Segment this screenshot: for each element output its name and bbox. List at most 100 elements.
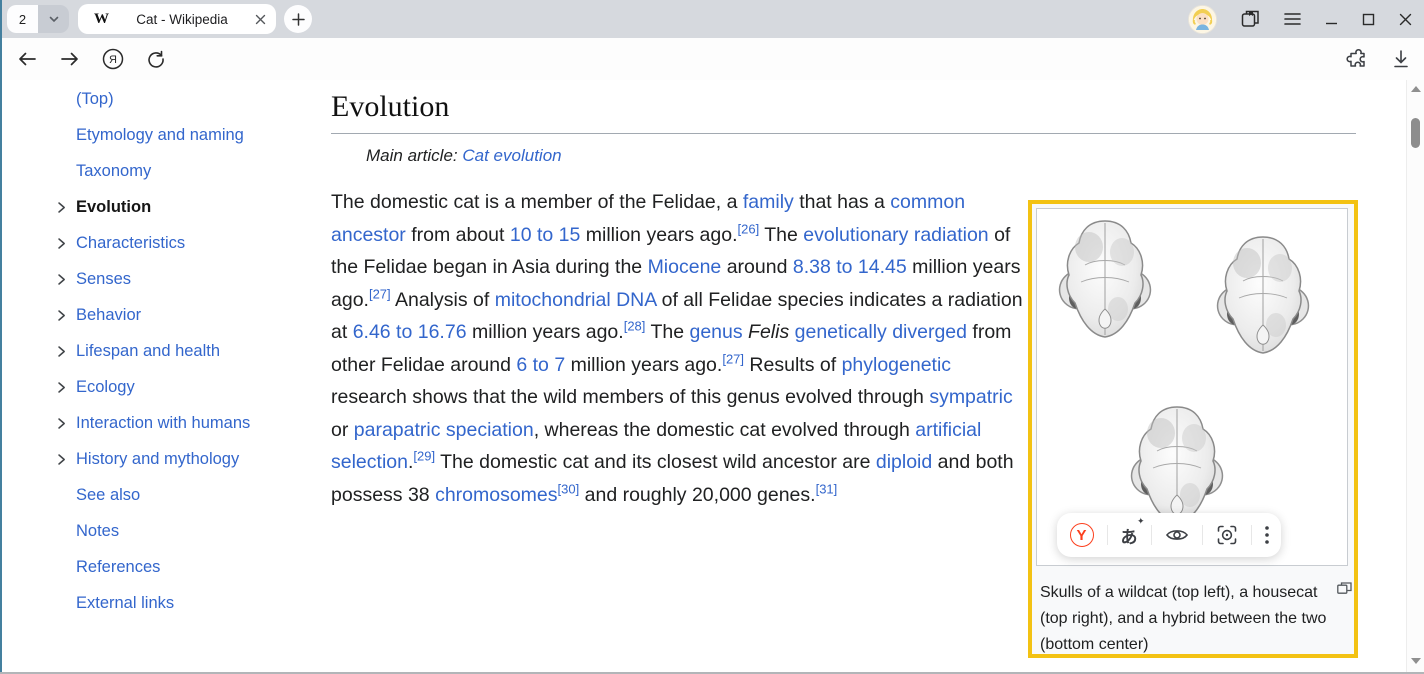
reference-link[interactable]: [30]: [558, 481, 580, 496]
article-link[interactable]: 6.46 to 16.76: [353, 321, 467, 343]
chevron-right-icon[interactable]: [56, 453, 76, 466]
translate-image-icon[interactable]: あ✦: [1121, 523, 1138, 548]
tab-cat-wikipedia[interactable]: W Cat - Wikipedia: [78, 4, 276, 34]
sidebar-item-senses[interactable]: Senses: [56, 261, 316, 297]
sidebar-item-label[interactable]: Senses: [76, 270, 131, 289]
article-link[interactable]: 10 to 15: [510, 224, 580, 246]
sidebar-item-etymology-and-naming[interactable]: Etymology and naming: [56, 117, 316, 153]
close-button[interactable]: [1399, 13, 1412, 26]
chevron-right-icon[interactable]: [56, 237, 76, 250]
article-text: from about: [406, 224, 510, 246]
yandex-logo-icon[interactable]: Y: [1070, 523, 1094, 547]
scroll-down-arrow[interactable]: [1411, 658, 1421, 664]
sidebar-item-label[interactable]: See also: [76, 486, 140, 505]
tab-counter-button[interactable]: 2: [7, 5, 69, 33]
figure-caption: Skulls of a wildcat (top left), a housec…: [1032, 574, 1358, 658]
article-link[interactable]: 6 to 7: [516, 354, 565, 376]
reference-link[interactable]: [31]: [816, 481, 838, 496]
new-tab-button[interactable]: [284, 5, 312, 33]
menu-icon[interactable]: [1284, 12, 1301, 26]
article-link[interactable]: diploid: [876, 451, 932, 473]
sidebar-item-label[interactable]: References: [76, 558, 160, 577]
sidebar-item-interaction-with-humans[interactable]: Interaction with humans: [56, 405, 316, 441]
sidebar-item-see-also[interactable]: See also: [56, 477, 316, 513]
image-more-options-icon[interactable]: [1265, 526, 1269, 544]
scrollbar-thumb[interactable]: [1411, 118, 1420, 148]
article-link[interactable]: family: [743, 191, 794, 213]
article-text: and roughly 20,000 genes.: [579, 484, 815, 506]
sidebar-item-taxonomy[interactable]: Taxonomy: [56, 153, 316, 189]
article-link[interactable]: mitochondrial DNA: [495, 289, 656, 311]
extensions-icon[interactable]: [1344, 46, 1370, 72]
sidebar-item-evolution[interactable]: Evolution: [56, 189, 316, 225]
sidebar-item-label[interactable]: History and mythology: [76, 450, 239, 469]
maximize-button[interactable]: [1362, 13, 1375, 26]
article-link[interactable]: parapatric speciation: [354, 419, 534, 441]
highlighted-figure[interactable]: Y あ✦: [1028, 200, 1358, 658]
wikipedia-favicon: W: [94, 11, 109, 28]
scroll-up-arrow[interactable]: [1411, 86, 1421, 92]
chevron-right-icon[interactable]: [56, 381, 76, 394]
sidebar-item-label[interactable]: Notes: [76, 522, 119, 541]
sidebar-item-label[interactable]: Taxonomy: [76, 162, 151, 181]
sidebar-item-external-links[interactable]: External links: [56, 585, 316, 621]
chevron-right-icon[interactable]: [56, 345, 76, 358]
sidebar-item-history-and-mythology[interactable]: History and mythology: [56, 441, 316, 477]
side-panel-icon[interactable]: [1241, 10, 1260, 28]
profile-avatar[interactable]: [1188, 5, 1217, 34]
article-link[interactable]: genetically diverged: [795, 321, 967, 343]
sidebar-item-top[interactable]: (Top): [56, 81, 316, 117]
reload-button[interactable]: [143, 46, 169, 72]
sidebar-item-label[interactable]: Etymology and naming: [76, 126, 244, 145]
sidebar-item-label[interactable]: Ecology: [76, 378, 135, 397]
chevron-right-icon[interactable]: [56, 201, 76, 214]
sidebar-item-label[interactable]: Interaction with humans: [76, 414, 250, 433]
reference-link[interactable]: [27]: [722, 351, 744, 366]
reference-link[interactable]: [28]: [624, 319, 646, 334]
sidebar-item-behavior[interactable]: Behavior: [56, 297, 316, 333]
reference-link[interactable]: [29]: [413, 449, 435, 464]
article-link[interactable]: Miocene: [648, 256, 722, 278]
vertical-scrollbar[interactable]: [1406, 80, 1424, 672]
sidebar-item-label[interactable]: External links: [76, 594, 174, 613]
enlarge-icon[interactable]: [1337, 582, 1352, 594]
sidebar-item-lifespan-and-health[interactable]: Lifespan and health: [56, 333, 316, 369]
article-link[interactable]: evolutionary radiation: [803, 224, 988, 246]
article-link[interactable]: genus: [689, 321, 742, 343]
article-link[interactable]: 8.38 to 14.45: [793, 256, 907, 278]
hatnote-link[interactable]: Cat evolution: [462, 146, 561, 165]
chevron-right-icon[interactable]: [56, 417, 76, 430]
sidebar-item-label[interactable]: Lifespan and health: [76, 342, 220, 361]
skulls-image[interactable]: Y あ✦: [1036, 208, 1348, 566]
reference-link[interactable]: [26]: [738, 221, 760, 236]
visual-search-icon[interactable]: [1216, 524, 1238, 546]
window-left-border: [0, 0, 2, 674]
preview-eye-icon[interactable]: [1165, 527, 1189, 543]
article-text: or: [331, 419, 354, 441]
back-button[interactable]: [14, 46, 40, 72]
sidebar-item-references[interactable]: References: [56, 549, 316, 585]
article-text: , whereas the domestic cat evolved throu…: [534, 419, 916, 441]
sidebar-item-label[interactable]: (Top): [76, 90, 114, 109]
sidebar-item-label[interactable]: Characteristics: [76, 234, 185, 253]
sidebar-item-notes[interactable]: Notes: [56, 513, 316, 549]
article-link[interactable]: chromosomes: [435, 484, 557, 506]
sidebar-item-characteristics[interactable]: Characteristics: [56, 225, 316, 261]
tab-close-icon[interactable]: [255, 14, 266, 25]
article-text: research shows that the wild members of …: [331, 386, 929, 408]
downloads-icon[interactable]: [1388, 46, 1414, 72]
sidebar-item-label[interactable]: Behavior: [76, 306, 141, 325]
sidebar-item-ecology[interactable]: Ecology: [56, 369, 316, 405]
minimize-button[interactable]: [1325, 13, 1338, 26]
sidebar-item-label[interactable]: Evolution: [76, 198, 151, 217]
article-link[interactable]: phylogenetic: [842, 354, 952, 376]
article-text: million years ago.: [565, 354, 722, 376]
forward-button[interactable]: [57, 46, 83, 72]
chevron-down-icon[interactable]: [38, 5, 69, 33]
yandex-start-icon[interactable]: Я: [100, 46, 126, 72]
reference-link[interactable]: [27]: [369, 286, 391, 301]
chevron-right-icon[interactable]: [56, 309, 76, 322]
chevron-right-icon[interactable]: [56, 273, 76, 286]
article-link[interactable]: sympatric: [929, 386, 1012, 408]
tab-count[interactable]: 2: [7, 5, 38, 33]
